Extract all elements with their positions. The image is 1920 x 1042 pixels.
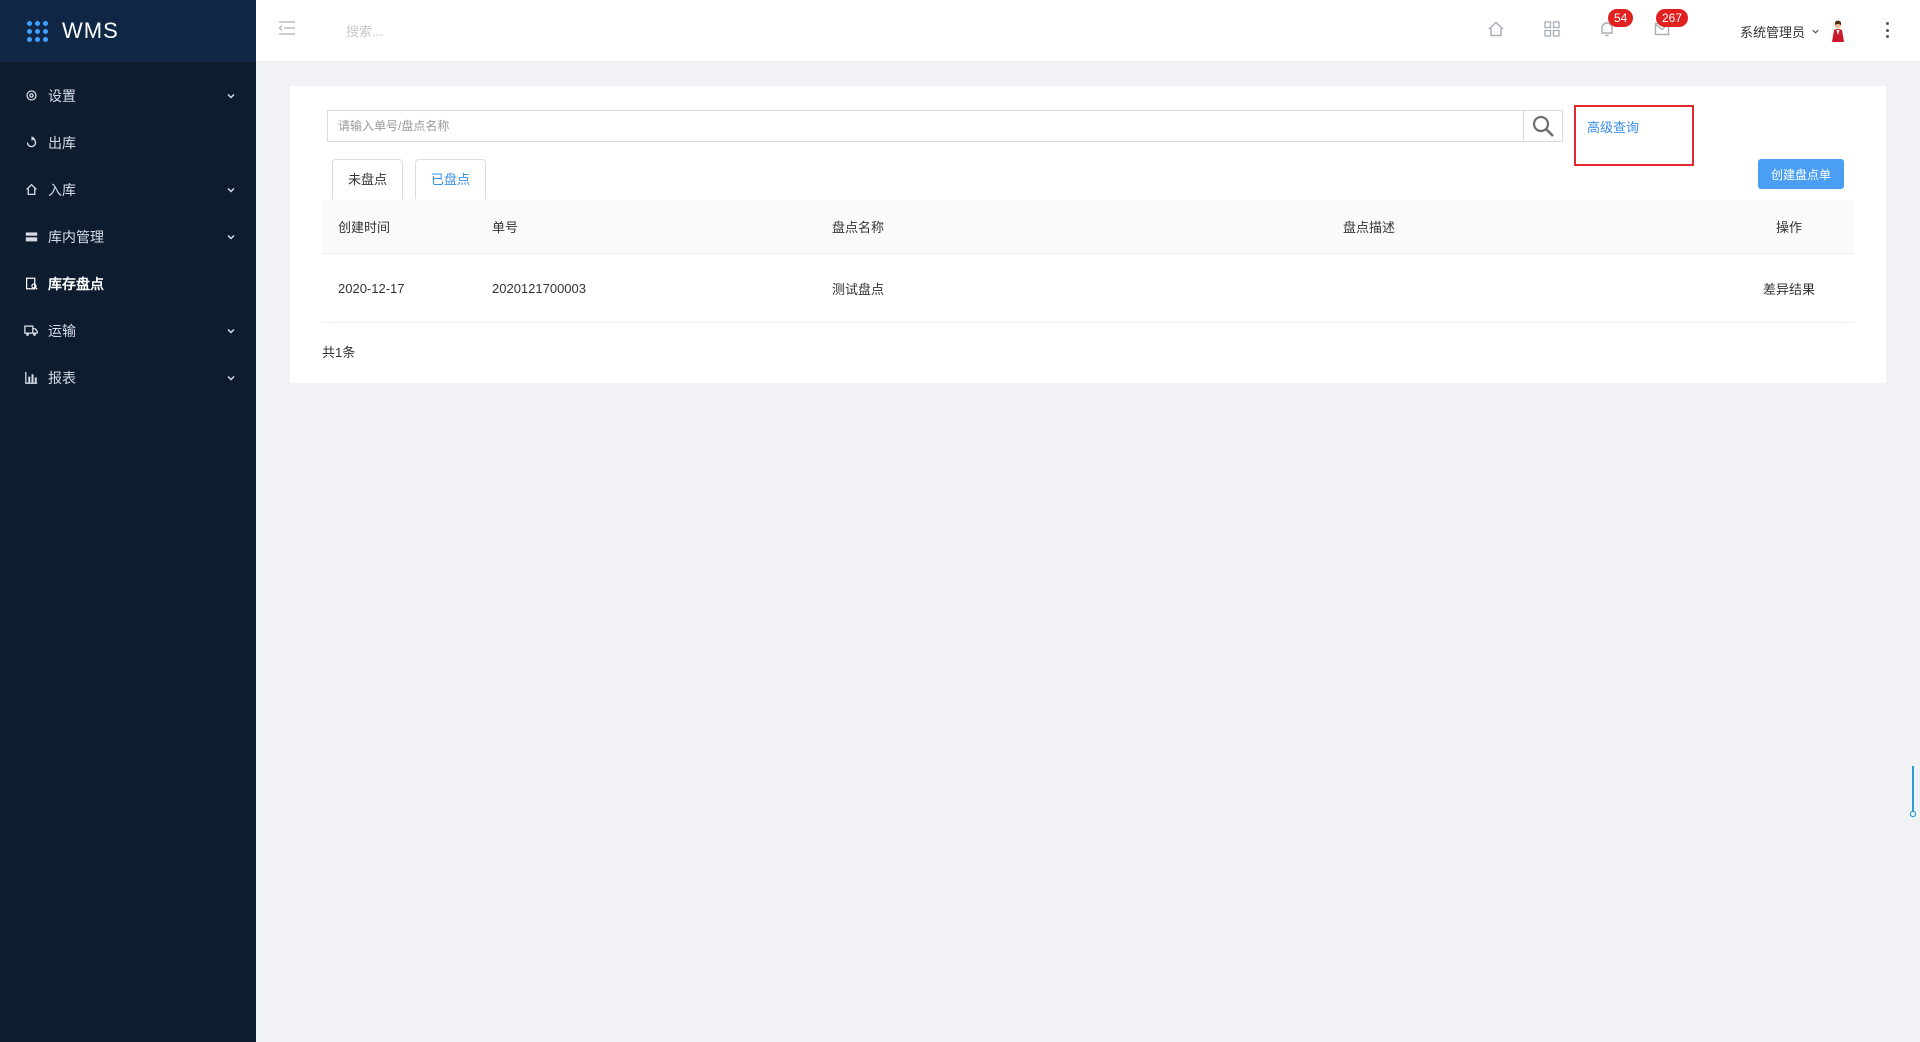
home-icon[interactable]	[1487, 20, 1505, 38]
sidebar-item-transport[interactable]: 运输	[0, 307, 256, 354]
table-row: 2020-12-17 2020121700003 测试盘点 差异结果	[322, 254, 1854, 323]
column-header: 盘点名称	[832, 220, 885, 235]
bar-chart-icon	[24, 371, 38, 385]
order-number-link[interactable]: 2020121700003	[492, 281, 832, 296]
export-icon	[24, 136, 38, 150]
sidebar-item-outbound[interactable]: 出库	[0, 119, 256, 166]
sidebar-item-label: 报表	[48, 369, 76, 386]
sidebar-item-label: 运输	[48, 322, 76, 339]
sidebar-item-settings[interactable]: 设置	[0, 72, 256, 119]
truck-icon	[24, 324, 38, 338]
column-header: 创建时间	[338, 220, 391, 235]
global-search-input[interactable]	[346, 18, 546, 44]
app-grid-icon	[27, 20, 48, 42]
highlight-box	[1574, 105, 1694, 166]
chevron-down-icon	[1812, 29, 1819, 34]
gear-icon	[24, 89, 38, 103]
sidebar-item-label: 设置	[48, 87, 76, 104]
total-count: 共1条	[322, 345, 356, 360]
sidebar-item-reports[interactable]: 报表	[0, 354, 256, 401]
inventory-table: 创建时间 单号 盘点名称 盘点描述 操作 2020-12-17 20201217…	[322, 200, 1854, 323]
more-options-icon[interactable]	[1884, 19, 1890, 41]
user-name: 系统管理员	[1740, 24, 1806, 40]
sidebar-item-inventory[interactable]: 库存盘点	[0, 260, 256, 307]
sidebar-item-label: 库内管理	[48, 228, 104, 245]
inventory-name-cell: 测试盘点	[832, 281, 885, 297]
brand[interactable]: WMS	[0, 0, 256, 62]
top-header: 54 267 系统管理员	[256, 0, 1920, 62]
sidebar: WMS 设置 出库 入库 库内管理 库存盘点 运输 报表	[0, 0, 256, 1042]
chevron-down-icon	[227, 93, 235, 99]
sidebar-nav: 设置 出库 入库 库内管理 库存盘点 运输 报表	[0, 62, 256, 401]
sidebar-item-label: 库存盘点	[48, 275, 104, 292]
chevron-down-icon	[227, 328, 235, 334]
scrollbar-thumb[interactable]	[1910, 766, 1916, 818]
sidebar-item-label: 入库	[48, 181, 76, 198]
menu-collapse-icon[interactable]	[278, 20, 296, 36]
status-tabs: 未盘点 已盘点	[332, 159, 498, 199]
sidebar-item-label: 出库	[48, 134, 76, 151]
import-icon	[24, 183, 38, 197]
search-button[interactable]	[1523, 110, 1563, 142]
user-menu[interactable]: 系统管理员	[1740, 20, 1846, 42]
grid-apps-icon[interactable]	[1543, 20, 1561, 38]
created-date-cell: 2020-12-17	[338, 280, 405, 296]
message-badge: 267	[1656, 9, 1689, 27]
chevron-down-icon	[227, 187, 235, 193]
column-header: 盘点描述	[1343, 220, 1396, 235]
notification-badge: 54	[1608, 9, 1634, 27]
chevron-down-icon	[227, 375, 235, 381]
chevron-down-icon	[227, 234, 235, 240]
app-name: WMS	[62, 18, 119, 43]
create-inventory-button[interactable]: 创建盘点单	[1758, 159, 1845, 189]
diff-result-link[interactable]: 差异结果	[1724, 279, 1854, 298]
column-header: 单号	[492, 220, 519, 235]
table-header: 创建时间 单号 盘点名称 盘点描述 操作	[322, 200, 1854, 254]
search-icon	[1532, 115, 1554, 137]
tab-not-counted[interactable]: 未盘点	[332, 159, 404, 199]
warehouse-icon	[24, 230, 38, 244]
order-search-input[interactable]	[327, 110, 1523, 142]
search-bar	[327, 110, 1563, 142]
inventory-icon	[24, 277, 38, 291]
inventory-panel: 高级查询 未盘点 已盘点 创建盘点单 创建时间 单号 盘点名称 盘点描述 操作 …	[290, 86, 1886, 383]
avatar	[1832, 20, 1845, 42]
tab-counted[interactable]: 已盘点	[415, 159, 487, 199]
sidebar-item-inbound[interactable]: 入库	[0, 166, 256, 213]
column-header: 操作	[1775, 220, 1802, 235]
sidebar-item-warehouse[interactable]: 库内管理	[0, 213, 256, 260]
